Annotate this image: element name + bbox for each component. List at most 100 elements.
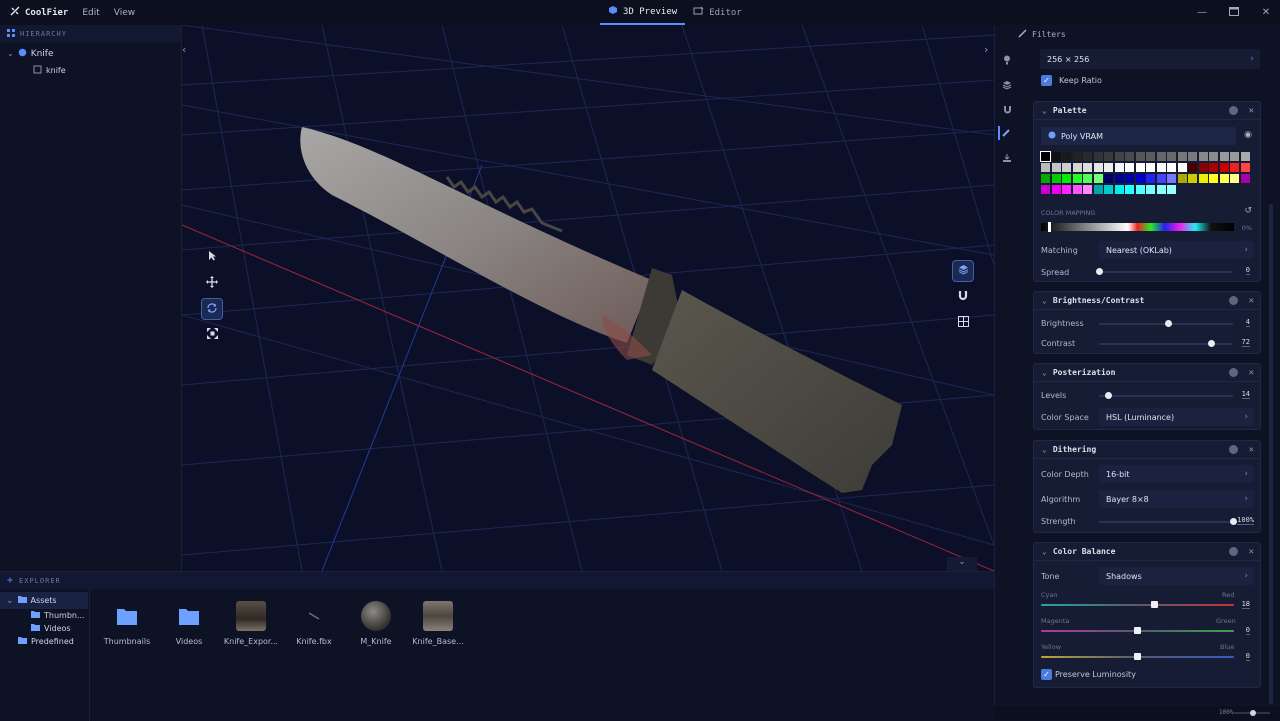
palette-swatch[interactable] [1146,163,1155,172]
scale-tool-button[interactable] [201,324,223,346]
palette-swatch[interactable] [1093,152,1103,161]
palette-swatch[interactable] [1114,185,1124,194]
algorithm-select[interactable]: Bayer 8×8 › [1099,490,1254,508]
palette-swatch[interactable] [1083,174,1092,183]
close-icon[interactable]: ✕ [1249,445,1254,455]
select-tool-button[interactable] [201,246,223,268]
palette-swatch[interactable] [1083,163,1092,172]
magenta-green-slider[interactable] [1041,627,1234,634]
palette-swatch[interactable] [1188,174,1197,183]
tree-item-thumbnails[interactable]: Thumbn... [0,609,89,622]
slider-knob[interactable] [1134,653,1141,660]
palette-swatch[interactable] [1041,163,1050,172]
palette-swatch[interactable] [1104,174,1113,183]
palette-swatch[interactable] [1125,174,1134,183]
palette-swatch[interactable] [1146,174,1155,183]
toggle-icon[interactable] [1229,106,1238,115]
palette-swatch[interactable] [1072,174,1082,183]
palette-swatch[interactable] [1240,174,1250,183]
asset-knife-fbx[interactable]: Knife.fbx [284,601,344,646]
magnet-snap-button[interactable] [952,286,974,308]
layers-button[interactable] [952,260,974,282]
tree-item-assets[interactable]: ⌄ Assets [0,592,88,609]
resolution-select[interactable]: 256 × 256 › [1040,49,1260,69]
tree-item-videos[interactable]: Videos [0,622,89,635]
tree-item-knife-mesh[interactable]: knife [0,62,181,79]
palette-swatch[interactable] [1156,163,1166,172]
palette-swatch[interactable] [1040,151,1051,162]
dithering-header[interactable]: ⌄ Dithering ✕ [1034,441,1260,459]
posterization-header[interactable]: ⌄ Posterization ✕ [1034,364,1260,382]
palette-swatch[interactable] [1062,163,1071,172]
palette-swatch[interactable] [1104,185,1113,194]
palette-swatch[interactable] [1219,152,1229,161]
toggle-icon[interactable] [1229,296,1238,305]
plus-icon[interactable]: + [7,575,14,586]
palette-swatch[interactable] [1177,152,1187,161]
palette-swatch[interactable] [1167,163,1176,172]
target-icon[interactable]: ◉ [1244,130,1252,140]
close-icon[interactable]: ✕ [1249,106,1254,116]
palette-swatch[interactable] [1209,163,1218,172]
palette-swatch[interactable] [1072,152,1082,161]
palette-swatch[interactable] [1146,185,1155,194]
toggle-icon[interactable] [1229,547,1238,556]
rotate-tool-button[interactable] [201,298,223,320]
collapse-filters-button[interactable]: › [984,43,994,57]
reset-icon[interactable]: ↺ [1244,206,1252,216]
palette-swatch[interactable] [1062,174,1071,183]
strength-value[interactable]: 100% [1237,516,1254,525]
palette-swatch[interactable] [1167,185,1176,194]
palette-swatch[interactable] [1209,152,1218,161]
mapping-handle[interactable] [1048,222,1051,232]
tab-3d-preview[interactable]: 3D Preview [600,0,686,25]
palette-swatch[interactable] [1230,174,1239,183]
palette-swatch[interactable] [1104,163,1113,172]
palette-swatch[interactable] [1083,152,1092,161]
palette-swatch[interactable] [1041,185,1050,194]
menu-edit[interactable]: Edit [82,8,99,18]
palette-header[interactable]: ⌄ Palette ✕ [1034,102,1260,120]
palette-swatch[interactable] [1198,152,1208,161]
grid-toggle-button[interactable] [952,312,974,334]
levels-value[interactable]: 14 [1241,390,1250,399]
palette-swatch[interactable] [1240,163,1250,172]
palette-swatch[interactable] [1062,185,1071,194]
filters-scrollbar[interactable] [1269,204,1273,704]
palette-swatch[interactable] [1135,163,1145,172]
palette-swatch[interactable] [1230,163,1239,172]
palette-swatch[interactable] [1051,152,1061,161]
asset-thumbnails-folder[interactable]: Thumbnails [97,601,157,646]
layers-icon[interactable] [1000,78,1014,92]
toggle-icon[interactable] [1229,368,1238,377]
palette-swatch[interactable] [1198,174,1208,183]
palette-swatch[interactable] [1093,185,1103,194]
palette-swatch[interactable] [1062,152,1071,161]
menu-view[interactable]: View [114,8,135,18]
palette-swatch[interactable] [1125,152,1134,161]
collapse-explorer-button[interactable]: ⌄ [947,557,977,571]
magnet-icon[interactable] [1000,103,1014,117]
palette-swatch[interactable] [1051,174,1061,183]
cyan-red-value[interactable]: 18 [1241,600,1250,609]
brightness-slider[interactable] [1099,320,1233,327]
contrast-value[interactable]: 72 [1241,338,1250,347]
color-depth-select[interactable]: 16-bit › [1099,465,1254,483]
export-icon[interactable] [1000,151,1014,165]
matching-select[interactable]: Nearest (OKLab) › [1099,241,1254,259]
yellow-blue-slider[interactable] [1041,653,1234,660]
collapse-hierarchy-button[interactable]: ‹ [182,43,192,57]
close-icon[interactable]: ✕ [1249,296,1254,306]
palette-select[interactable]: Poly VRAM [1041,127,1236,145]
palette-swatch[interactable] [1051,163,1061,172]
asset-knife-base[interactable]: Knife_Base... [408,601,468,646]
palette-swatch[interactable] [1114,174,1124,183]
palette-swatch[interactable] [1125,163,1134,172]
slider-knob[interactable] [1104,392,1112,399]
slider-knob[interactable] [1229,518,1237,525]
asset-knife-export[interactable]: Knife_Expor... [221,601,281,646]
palette-swatch[interactable] [1167,174,1176,183]
spread-slider[interactable] [1095,268,1233,275]
brush-icon[interactable] [998,126,1012,140]
cyan-red-slider[interactable] [1041,601,1234,608]
